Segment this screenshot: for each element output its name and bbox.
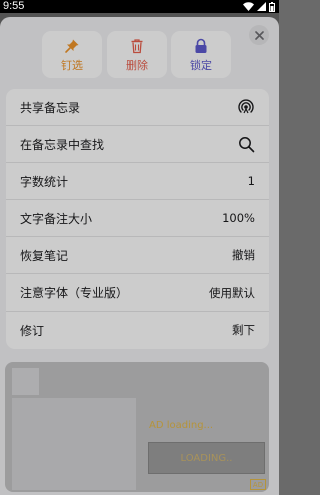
menu-item-restore-note[interactable]: 恢复笔记 撤销 [6,237,269,275]
wifi-icon [243,2,254,11]
pin-button[interactable]: 钉选 [42,31,102,78]
close-button[interactable] [249,25,269,45]
menu-item-note-font[interactable]: 注意字体（专业版） 使用默认 [6,274,269,312]
menu-item-value: 100% [222,211,255,226]
menu-item-label: 字数统计 [20,174,69,189]
menu-item-find-in-note[interactable]: 在备忘录中查找 [6,126,269,164]
delete-button[interactable]: 删除 [107,31,167,78]
menu-item-share-note[interactable]: 共享备忘录 [6,89,269,127]
ad-loading-button[interactable]: LOADING.. [148,442,265,474]
status-icons [243,1,275,12]
ad-thumbnail-large [12,398,136,490]
menu-item-label: 恢复笔记 [20,248,69,263]
menu-item-label: 修订 [20,323,45,338]
ad-loading-text: AD loading... [149,420,214,431]
menu-item-label: 文字备注大小 [20,211,93,226]
pin-label: 钉选 [61,59,83,72]
lock-icon [193,38,209,54]
menu-item-value: 剩下 [232,323,255,338]
menu-item-label: 共享备忘录 [20,100,81,115]
menu-list: 共享备忘录 在备忘录中查找 字数统计 1 文字备注大小 100% 恢复笔记 撤销… [6,89,269,349]
menu-item-value: 使用默认 [209,285,255,300]
options-sheet: 钉选 删除 锁定 共享备忘录 在备忘录中查找 字数统计 1 文字备注大小 100… [0,17,279,495]
lock-button[interactable]: 锁定 [171,31,231,78]
trash-icon [129,38,145,54]
search-icon [238,136,255,153]
status-time: 9:55 [3,0,25,12]
menu-item-label: 在备忘录中查找 [20,137,105,152]
ad-thumbnail-small [12,368,39,395]
close-icon [254,30,264,40]
menu-item-value: 撤销 [232,248,255,263]
menu-item-revision[interactable]: 修订 剩下 [6,312,269,349]
menu-item-text-size[interactable]: 文字备注大小 100% [6,200,269,238]
delete-label: 删除 [126,59,148,72]
signal-icon [257,2,266,11]
menu-item-value: 1 [247,174,255,189]
lock-label: 锁定 [190,59,212,72]
menu-item-word-count[interactable]: 字数统计 1 [6,163,269,201]
ad-banner[interactable]: AD loading... LOADING.. AD [5,362,269,492]
battery-icon [269,1,275,12]
ad-badge: AD [250,479,266,490]
pin-icon [64,38,80,54]
status-bar: 9:55 [0,0,279,13]
menu-item-label: 注意字体（专业版） [20,286,129,301]
share-icon [237,98,255,116]
